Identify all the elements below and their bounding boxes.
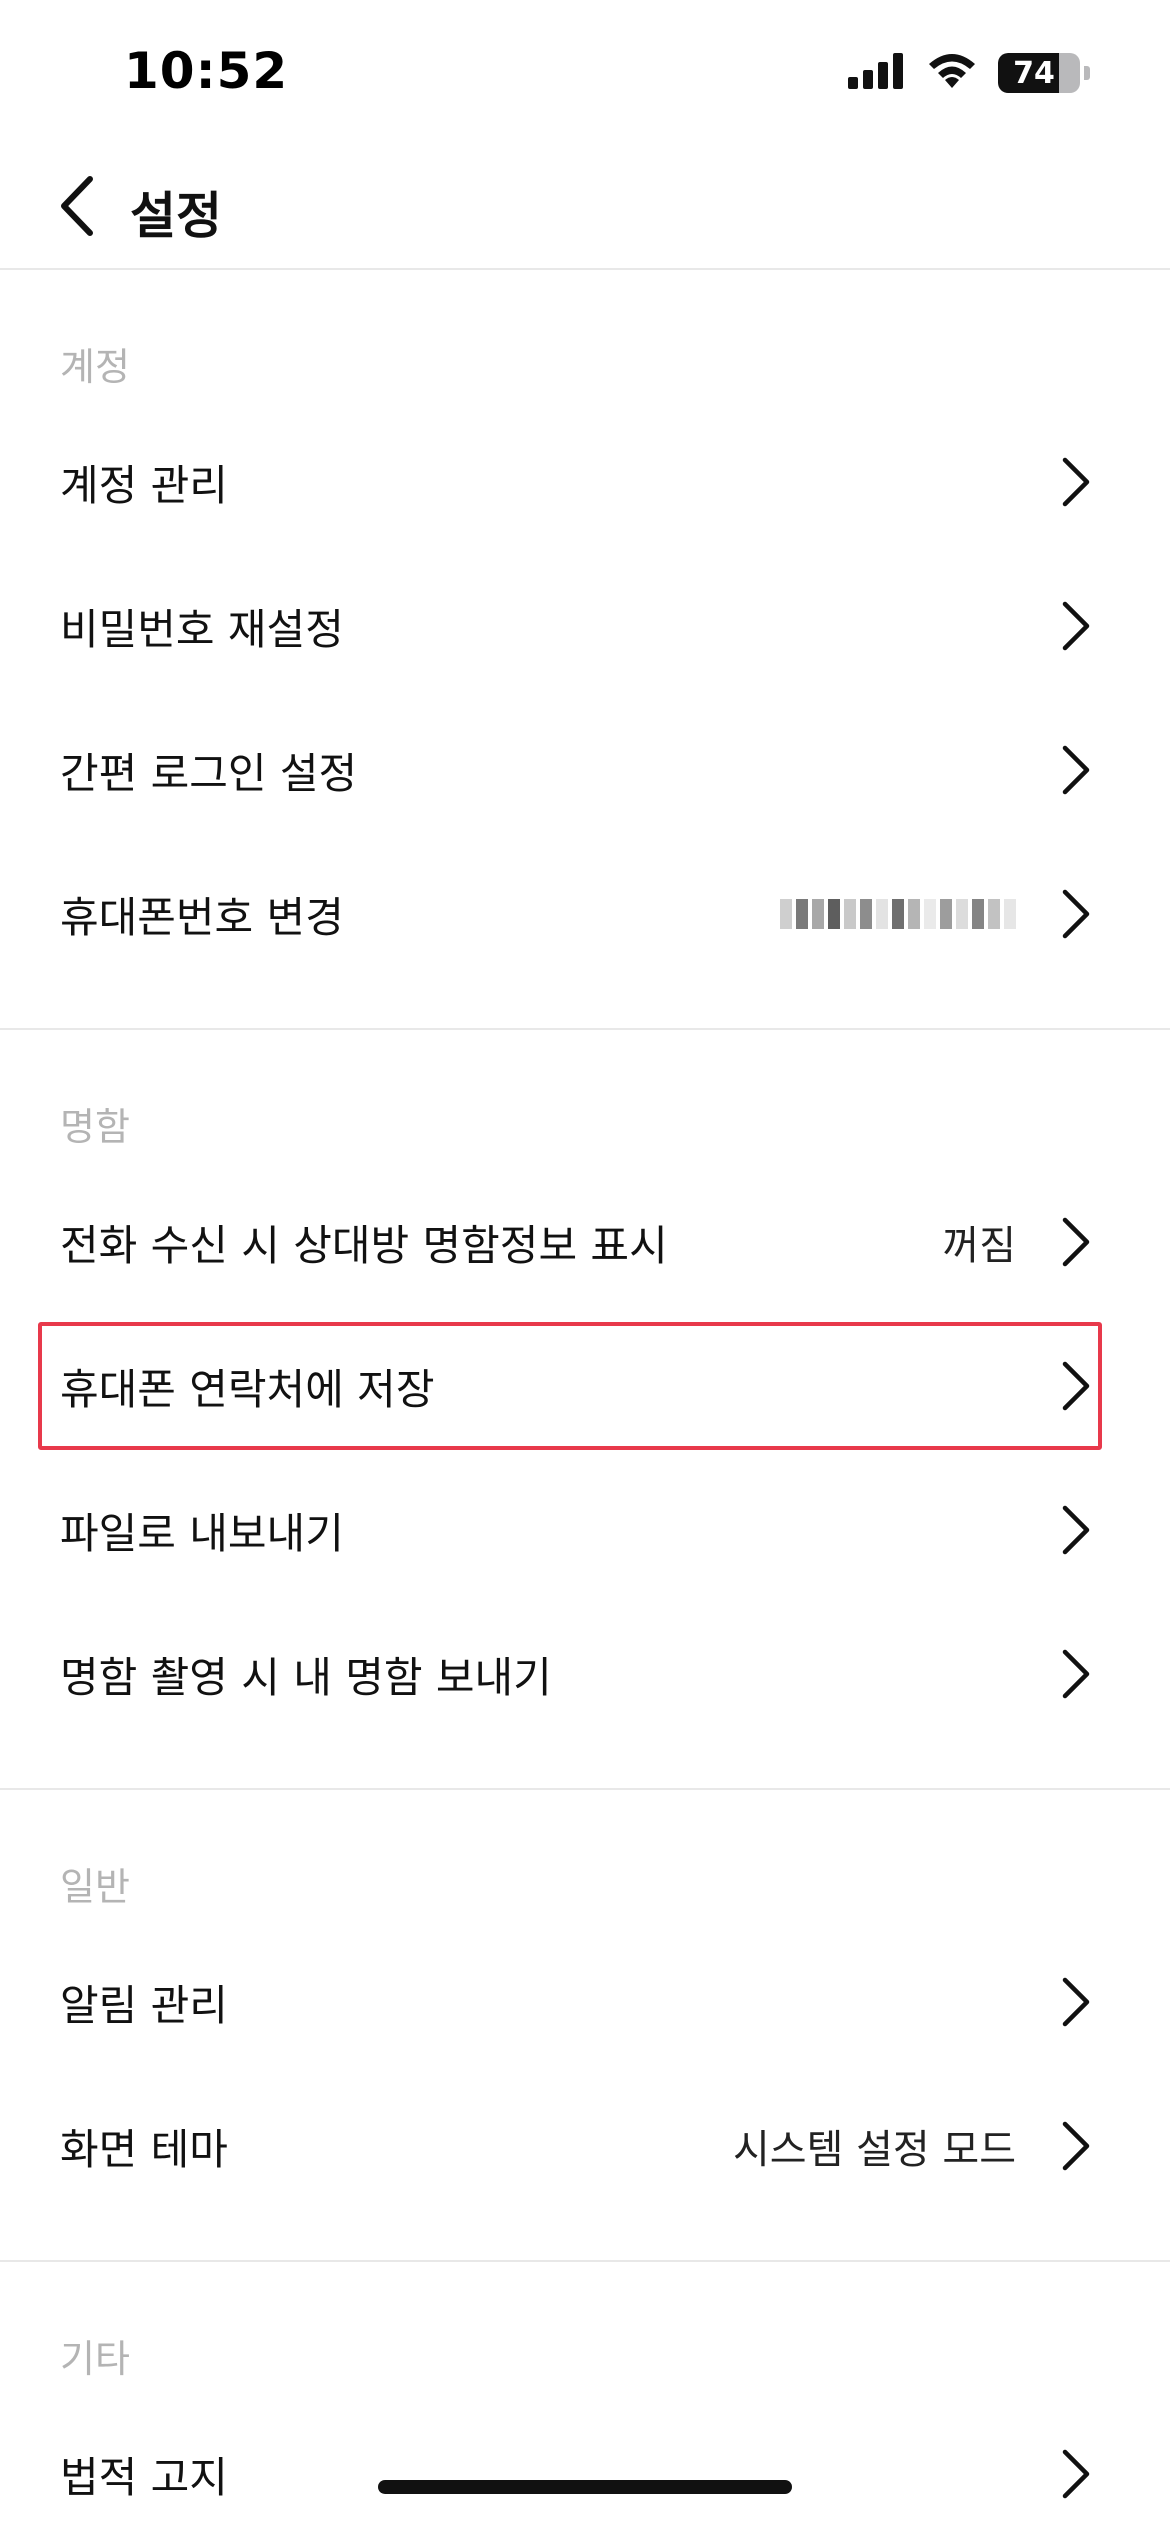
nav-header: 설정: [0, 150, 1170, 270]
row-label: 간편 로그인 설정: [60, 748, 358, 798]
battery-icon: 74: [998, 53, 1080, 93]
row-export-file[interactable]: 파일로 내보내기: [0, 1458, 1170, 1602]
chevron-right-icon: [1060, 600, 1092, 652]
row-label: 화면 테마: [60, 2124, 228, 2174]
row-legal-notice[interactable]: 법적 고지: [0, 2402, 1170, 2532]
chevron-right-icon: [1060, 456, 1092, 508]
chevron-right-icon: [1060, 744, 1092, 796]
chevron-right-icon: [1060, 1504, 1092, 1556]
row-label: 알림 관리: [60, 1980, 228, 2030]
row-label: 파일로 내보내기: [60, 1508, 344, 1558]
row-value: 시스템 설정 모드: [732, 2127, 1016, 2173]
row-easy-login[interactable]: 간편 로그인 설정: [0, 698, 1170, 842]
row-save-to-contacts[interactable]: 휴대폰 연락처에 저장: [0, 1314, 1170, 1458]
row-label: 전화 수신 시 상대방 명함정보 표시: [60, 1220, 668, 1270]
chevron-right-icon: [1060, 2120, 1092, 2172]
redacted-phone-number: [780, 899, 1016, 929]
settings-list: 계정 계정 관리 비밀번호 재설정 간편 로그인 설정 휴대폰번호 변경 명함 …: [0, 270, 1170, 2532]
section-title-account: 계정: [60, 345, 130, 389]
row-label: 비밀번호 재설정: [60, 604, 344, 654]
row-label: 명함 촬영 시 내 명함 보내기: [60, 1652, 552, 1702]
section-account: 계정 계정 관리 비밀번호 재설정 간편 로그인 설정 휴대폰번호 변경: [0, 270, 1170, 1030]
row-value: 꺼짐: [942, 1223, 1016, 1269]
status-time: 10:52: [124, 42, 289, 100]
section-title-card: 명함: [60, 1105, 130, 1149]
wifi-icon: [926, 52, 978, 94]
back-button[interactable]: [40, 172, 112, 244]
settings-screen: 10:52 74 설정 계정 계정 관리 비밀번호 재설정 간편 로그인 설정 …: [0, 0, 1170, 2532]
section-card: 명함 전화 수신 시 상대방 명함정보 표시 꺼짐 휴대폰 연락처에 저장 파일…: [0, 1030, 1170, 1790]
home-indicator[interactable]: [378, 2480, 792, 2494]
row-caller-card-info[interactable]: 전화 수신 시 상대방 명함정보 표시 꺼짐: [0, 1170, 1170, 1314]
row-label: 계정 관리: [60, 460, 228, 510]
row-label: 휴대폰번호 변경: [60, 892, 344, 942]
chevron-right-icon: [1060, 888, 1092, 940]
status-bar: 10:52 74: [0, 0, 1170, 150]
chevron-right-icon: [1060, 1216, 1092, 1268]
chevron-right-icon: [1060, 1360, 1092, 1412]
row-label: 휴대폰 연락처에 저장: [60, 1364, 435, 1414]
chevron-right-icon: [1060, 1648, 1092, 1700]
battery-nub: [1084, 66, 1090, 80]
page-title: 설정: [130, 187, 222, 245]
row-label: 법적 고지: [60, 2452, 228, 2502]
row-send-my-card[interactable]: 명함 촬영 시 내 명함 보내기: [0, 1602, 1170, 1746]
chevron-left-icon: [56, 175, 96, 241]
chevron-right-icon: [1060, 2448, 1092, 2500]
battery-level: 74: [1013, 55, 1055, 91]
section-title-other: 기타: [60, 2337, 130, 2381]
row-phone-change[interactable]: 휴대폰번호 변경: [0, 842, 1170, 986]
row-notifications[interactable]: 알림 관리: [0, 1930, 1170, 2074]
section-general: 일반 알림 관리 화면 테마 시스템 설정 모드: [0, 1790, 1170, 2262]
section-title-general: 일반: [60, 1865, 130, 1909]
cellular-signal-icon: [848, 53, 906, 93]
chevron-right-icon: [1060, 1976, 1092, 2028]
row-password-reset[interactable]: 비밀번호 재설정: [0, 554, 1170, 698]
row-theme[interactable]: 화면 테마 시스템 설정 모드: [0, 2074, 1170, 2218]
row-account-management[interactable]: 계정 관리: [0, 410, 1170, 554]
status-icons: 74: [848, 52, 1090, 94]
